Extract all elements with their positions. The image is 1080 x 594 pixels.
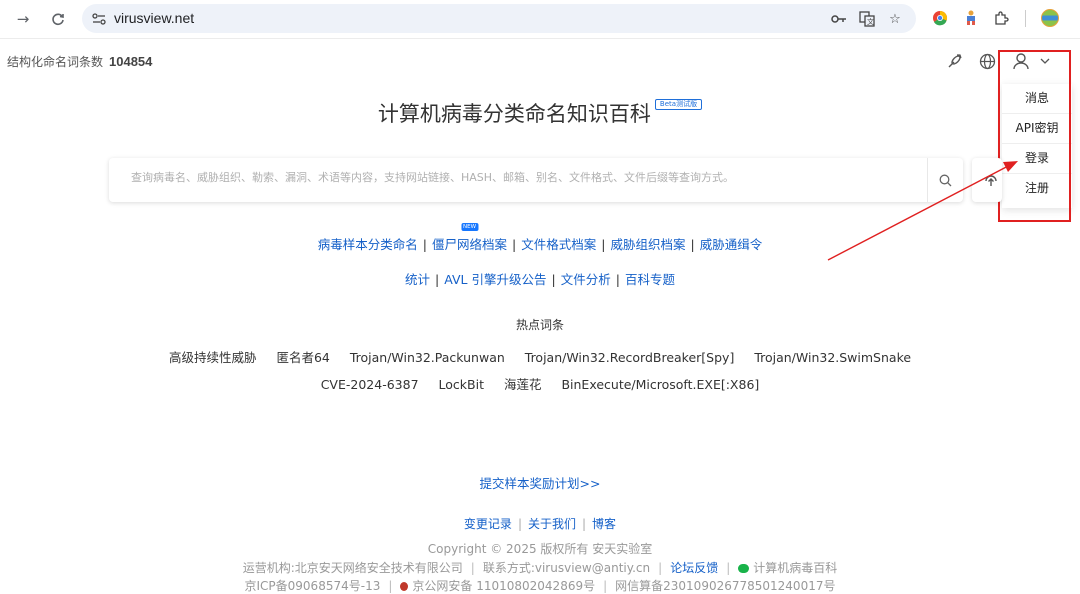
forward-icon[interactable]: → xyxy=(12,8,34,30)
link-file-format-archive[interactable]: 文件格式档案 xyxy=(521,237,596,252)
link-blog[interactable]: 博客 xyxy=(592,517,616,531)
extension-figure-icon[interactable] xyxy=(961,8,981,28)
password-key-icon[interactable] xyxy=(830,10,848,28)
entry-count: 结构化命名词条数 104854 xyxy=(7,53,152,70)
footer-links: 变更记录 | 关于我们 | 博客 xyxy=(463,517,617,531)
reload-icon[interactable] xyxy=(47,8,69,30)
icp-text[interactable]: 京ICP备09068574号-13 xyxy=(245,579,381,593)
hot-topic[interactable]: 海莲花 xyxy=(504,377,542,392)
footer-info-row: 运营机构:北京安天网络安全技术有限公司 | 联系方式:virusview@antiy… xyxy=(242,561,838,575)
link-avl-updates[interactable]: AVL 引擎升级公告 xyxy=(444,272,546,287)
search-input[interactable] xyxy=(131,171,911,184)
site-settings-icon[interactable] xyxy=(90,10,108,28)
contact-text: 联系方式:virusview@antiy.cn xyxy=(482,561,651,575)
address-bar[interactable]: virusview.net 文 ☆ xyxy=(82,4,916,33)
hot-topics-row-2: CVE-2024-6387 LockBit 海莲花 BinExecute/Mic… xyxy=(0,374,1080,393)
link-threat-group-archive[interactable]: 威胁组织档案 xyxy=(610,237,685,252)
chevron-down-icon[interactable] xyxy=(1034,50,1056,72)
hot-topic[interactable]: 匿名者64 xyxy=(276,350,329,365)
upload-button[interactable] xyxy=(972,158,1002,202)
link-forum-feedback[interactable]: 论坛反馈 xyxy=(670,561,718,575)
link-topics[interactable]: 百科专题 xyxy=(625,272,675,287)
search-icon[interactable] xyxy=(928,158,963,202)
link-file-analysis[interactable]: 文件分析 xyxy=(561,272,611,287)
menu-item-register[interactable]: 注册 xyxy=(1002,174,1072,203)
hot-topic[interactable]: 高级持续性威胁 xyxy=(169,350,257,365)
police-record-text[interactable]: 京公网安备 11010802042869号 xyxy=(412,579,595,593)
operator-text: 运营机构:北京安天网络安全技术有限公司 xyxy=(242,561,463,575)
link-about-us[interactable]: 关于我们 xyxy=(528,517,576,531)
copyright: Copyright © 2025 版权所有 安天实验室 xyxy=(427,542,653,556)
wechat-account[interactable]: 计算机病毒百科 xyxy=(753,561,837,575)
sample-reward-link[interactable]: 提交样本奖励计划>> xyxy=(0,473,1080,492)
link-threat-wanted[interactable]: 威胁通缉令 xyxy=(700,237,763,252)
url-text: virusview.net xyxy=(114,10,195,26)
browser-toolbar: → virusview.net 文 ☆ xyxy=(0,0,1080,39)
page-title: 计算机病毒分类命名知识百科 Beta测试版 xyxy=(0,98,1080,128)
secondary-links: 统计 | AVL 引擎升级公告 | 文件分析 | 百科专题 xyxy=(405,272,675,287)
link-virus-naming[interactable]: 病毒样本分类命名 xyxy=(318,237,418,252)
new-badge: NEW xyxy=(460,223,479,231)
upload-icon xyxy=(985,175,997,186)
language-globe-icon[interactable] xyxy=(976,50,998,72)
page-title-text: 计算机病毒分类命名知识百科 xyxy=(377,102,651,126)
svg-text:文: 文 xyxy=(867,17,874,26)
bookmark-star-icon[interactable]: ☆ xyxy=(886,10,904,28)
user-icon[interactable] xyxy=(1010,50,1032,72)
hot-topic[interactable]: Trojan/Win32.Packunwan xyxy=(350,350,505,365)
toolbar-divider xyxy=(1025,10,1026,27)
translate-icon[interactable]: 文 xyxy=(858,10,876,28)
extensions-puzzle-icon[interactable] xyxy=(991,8,1011,28)
cac-record-text: 网信算备230109026778501240017号 xyxy=(615,579,836,593)
annotation-arrow xyxy=(827,161,1018,261)
wechat-icon xyxy=(738,564,750,573)
hot-topic[interactable]: LockBit xyxy=(439,377,484,392)
chrome-extension-icon[interactable] xyxy=(930,8,950,28)
menu-item-login[interactable]: 登录 xyxy=(1002,144,1072,174)
hot-topics-title: 热点词条 xyxy=(515,318,564,332)
hot-topic[interactable]: CVE-2024-6387 xyxy=(321,377,419,392)
hot-topic[interactable]: BinExecute/Microsoft.EXE[:X86] xyxy=(561,377,759,392)
hot-topic[interactable]: Trojan/Win32.RecordBreaker[Spy] xyxy=(525,350,735,365)
link-botnet-archive-label: 僵尸网络档案 xyxy=(432,237,508,252)
profile-avatar[interactable] xyxy=(1040,8,1060,28)
hot-topic[interactable]: Trojan/Win32.SwimSnake xyxy=(754,350,911,365)
link-changelog[interactable]: 变更记录 xyxy=(464,517,512,531)
search-box xyxy=(109,158,963,202)
hot-topics-row-1: 高级持续性威胁 匿名者64 Trojan/Win32.Packunwan Tro… xyxy=(0,347,1080,366)
link-statistics[interactable]: 统计 xyxy=(405,272,430,287)
entry-count-value: 104854 xyxy=(109,54,153,69)
entry-count-label: 结构化命名词条数 xyxy=(7,55,104,69)
beta-badge: Beta测试版 xyxy=(654,99,703,110)
footer-registration-row: 京ICP备09068574号-13 | 京公网安备 11010802042869号 |… xyxy=(244,579,836,593)
satellite-icon[interactable] xyxy=(943,50,965,72)
primary-links: 病毒样本分类命名 | 僵尸网络档案 NEW | 文件格式档案 | 威胁组织档案 | 威胁通缉令 xyxy=(317,223,763,252)
link-botnet-archive[interactable]: 僵尸网络档案 NEW xyxy=(432,223,508,252)
police-badge-icon xyxy=(400,582,409,591)
